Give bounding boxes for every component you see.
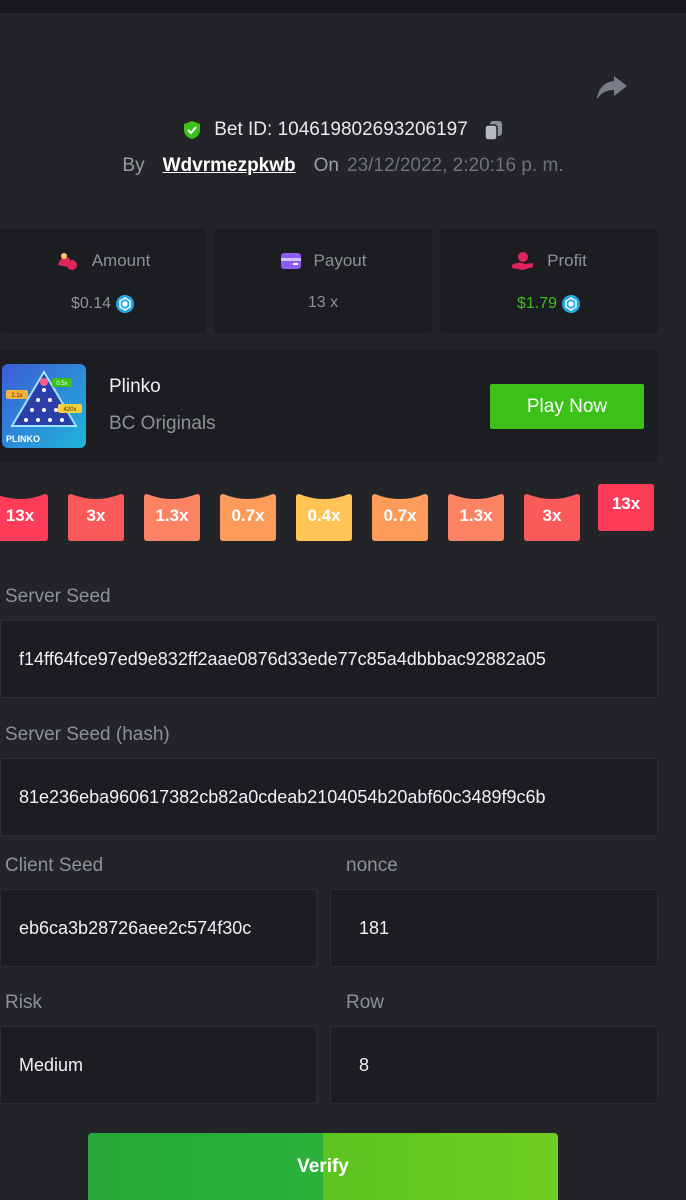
- multiplier-bucket: 13x: [0, 494, 48, 541]
- share-icon[interactable]: [596, 74, 628, 100]
- multiplier-label: 3x: [86, 506, 106, 525]
- multiplier-label: 0.7x: [383, 506, 417, 525]
- multiplier-bucket: 1.3x: [144, 494, 200, 541]
- by-label: By: [122, 155, 145, 176]
- amount-card: Amount $0.14: [0, 229, 206, 333]
- multiplier-bucket: 0.7x: [220, 494, 276, 541]
- plinko-thumbnail-art: 2.1x 0.5x 420x PLINKO: [2, 364, 86, 448]
- risk-field[interactable]: Medium: [0, 1026, 317, 1104]
- row-label: Row: [346, 992, 385, 1013]
- multiplier-bucket: 3x: [68, 494, 124, 541]
- profit-label: Profit: [547, 251, 587, 270]
- payout-value: 13 x: [307, 294, 339, 311]
- game-provider: BC Originals: [109, 413, 216, 434]
- game-thumbnail[interactable]: 2.1x 0.5x 420x PLINKO: [2, 364, 86, 448]
- bet-id: Bet ID: 104619802693206197: [214, 119, 468, 140]
- svg-text:420x: 420x: [63, 407, 76, 413]
- multiplier-label: 1.3x: [459, 506, 493, 525]
- svg-text:0.5x: 0.5x: [56, 381, 67, 387]
- client-seed-label: Client Seed: [5, 855, 104, 876]
- svg-text:2.1x: 2.1x: [11, 393, 22, 399]
- bet-id-line: Bet ID: 104619802693206197: [0, 116, 686, 144]
- payout-card: Payout 13 x: [214, 229, 432, 333]
- verified-shield-icon: [184, 121, 201, 139]
- play-now-button[interactable]: Play Now: [490, 384, 644, 429]
- bet-byline: By Wdvrmezpkwb On 23/12/2022, 2:20:16 p.…: [0, 152, 686, 180]
- coin-icon: [562, 295, 581, 313]
- game-name[interactable]: Plinko: [109, 376, 161, 398]
- server-seed-hash-label: Server Seed (hash): [5, 724, 170, 745]
- amount-value: $0.14: [70, 295, 112, 312]
- multiplier-bucket: 13x: [598, 484, 654, 531]
- nonce-field[interactable]: 181: [330, 889, 658, 967]
- multiplier-bucket: 1.3x: [448, 494, 504, 541]
- multiplier-bucket: 0.4x: [296, 494, 352, 541]
- on-label: On: [313, 155, 339, 176]
- bet-date: 23/12/2022, 2:20:16 p. m.: [347, 155, 564, 176]
- amount-label: Amount: [91, 251, 151, 270]
- username-link[interactable]: Wdvrmezpkwb: [163, 155, 296, 177]
- svg-text:PLINKO: PLINKO: [6, 434, 40, 444]
- row-field[interactable]: 8: [330, 1026, 658, 1104]
- coin-icon: [116, 295, 135, 313]
- profit-card: Profit $1.79: [440, 229, 658, 333]
- hand-coin-icon: [512, 252, 534, 270]
- multiplier-label: 1.3x: [155, 506, 189, 525]
- multiplier-label: 0.7x: [231, 506, 265, 525]
- nonce-label: nonce: [346, 855, 398, 876]
- server-seed-field[interactable]: f14ff64fce97ed9e832ff2aae0876d33ede77c85…: [0, 620, 658, 698]
- profit-value: $1.79: [516, 295, 558, 312]
- risk-label: Risk: [5, 992, 42, 1013]
- multiplier-label: 0.4x: [307, 506, 341, 525]
- multiplier-bucket: 0.7x: [372, 494, 428, 541]
- multiplier-bucket: 3x: [524, 494, 580, 541]
- multiplier-label: 3x: [542, 506, 562, 525]
- multiplier-label: 13x: [611, 494, 641, 513]
- server-seed-hash-field[interactable]: 81e236eba960617382cb82a0cdeab2104054b20a…: [0, 758, 658, 836]
- top-bar: [0, 0, 686, 13]
- multiplier-label: 13x: [5, 506, 35, 525]
- verify-button[interactable]: Verify: [88, 1133, 558, 1200]
- server-seed-label: Server Seed: [5, 586, 111, 607]
- copy-icon[interactable]: [482, 119, 504, 141]
- bag-coins-icon: [57, 253, 77, 270]
- wallet-icon: [280, 253, 301, 269]
- payout-label: Payout: [313, 251, 367, 270]
- client-seed-field[interactable]: eb6ca3b28726aee2c574f30c: [0, 889, 317, 967]
